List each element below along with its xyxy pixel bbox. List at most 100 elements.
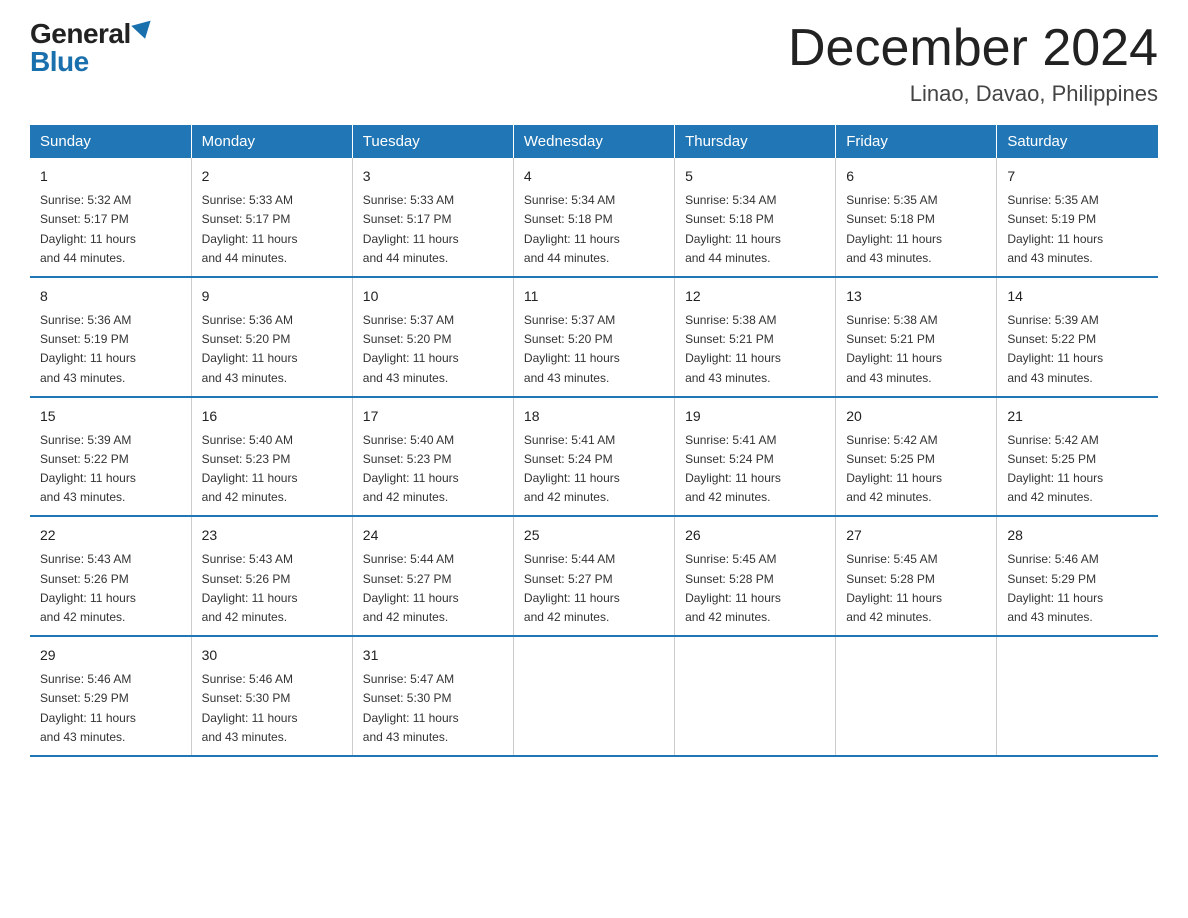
- day-info: Sunrise: 5:39 AMSunset: 5:22 PMDaylight:…: [1007, 311, 1148, 388]
- day-number: 25: [524, 525, 664, 546]
- day-info: Sunrise: 5:45 AMSunset: 5:28 PMDaylight:…: [846, 550, 986, 627]
- day-number: 10: [363, 286, 503, 307]
- day-cell-12: 12Sunrise: 5:38 AMSunset: 5:21 PMDayligh…: [675, 277, 836, 397]
- day-info: Sunrise: 5:32 AMSunset: 5:17 PMDaylight:…: [40, 191, 181, 268]
- day-info: Sunrise: 5:35 AMSunset: 5:18 PMDaylight:…: [846, 191, 986, 268]
- day-number: 24: [363, 525, 503, 546]
- day-cell-28: 28 Sunrise: 5:46 AMSunset: 5:29 PMDayligh…: [997, 516, 1158, 636]
- day-number: 6: [846, 166, 986, 187]
- day-cell-8: 8Sunrise: 5:36 AMSunset: 5:19 PMDaylight…: [30, 277, 191, 397]
- day-cell-3: 3 Sunrise: 5:33 AMSunset: 5:17 PMDaylight…: [352, 158, 513, 277]
- day-cell-17: 17 Sunrise: 5:40 AMSunset: 5:23 PMDayligh…: [352, 397, 513, 517]
- day-info: Sunrise: 5:47 AMSunset: 5:30 PMDaylight:…: [363, 670, 503, 747]
- day-number: 27: [846, 525, 986, 546]
- day-cell-15: 15 Sunrise: 5:39 AMSunset: 5:22 PMDayligh…: [30, 397, 191, 517]
- day-info: Sunrise: 5:37 AMSunset: 5:20 PMDaylight:…: [524, 311, 664, 388]
- day-info: Sunrise: 5:38 AMSunset: 5:21 PMDaylight:…: [685, 311, 825, 388]
- day-number: 3: [363, 166, 503, 187]
- week-row-3: 15 Sunrise: 5:39 AMSunset: 5:22 PMDayligh…: [30, 397, 1158, 517]
- empty-cell-w4d3: [513, 636, 674, 756]
- day-info: Sunrise: 5:43 AMSunset: 5:26 PMDaylight:…: [40, 550, 181, 627]
- day-info: Sunrise: 5:46 AMSunset: 5:30 PMDaylight:…: [202, 670, 342, 747]
- header-saturday: Saturday: [997, 125, 1158, 158]
- day-cell-5: 5 Sunrise: 5:34 AMSunset: 5:18 PMDaylight…: [675, 158, 836, 277]
- day-cell-10: 10 Sunrise: 5:37 AMSunset: 5:20 PMDayligh…: [352, 277, 513, 397]
- day-number: 19: [685, 406, 825, 427]
- day-info: Sunrise: 5:46 AMSunset: 5:29 PMDaylight:…: [1007, 550, 1148, 627]
- day-number: 28: [1007, 525, 1148, 546]
- logo-blue-text: Blue: [30, 48, 89, 76]
- header-friday: Friday: [836, 125, 997, 158]
- day-number: 23: [202, 525, 342, 546]
- week-row-1: 1 Sunrise: 5:32 AMSunset: 5:17 PMDaylight…: [30, 158, 1158, 277]
- header-thursday: Thursday: [675, 125, 836, 158]
- day-cell-11: 11 Sunrise: 5:37 AMSunset: 5:20 PMDayligh…: [513, 277, 674, 397]
- day-number: 29: [40, 645, 181, 666]
- day-number: 17: [363, 406, 503, 427]
- calendar-header: Sunday Monday Tuesday Wednesday Thursday…: [30, 125, 1158, 158]
- day-info: Sunrise: 5:42 AMSunset: 5:25 PMDaylight:…: [1007, 431, 1148, 508]
- day-number: 9: [202, 286, 342, 307]
- day-number: 15: [40, 406, 181, 427]
- day-info: Sunrise: 5:39 AMSunset: 5:22 PMDaylight:…: [40, 431, 181, 508]
- logo-general-text: General: [30, 20, 131, 48]
- day-info: Sunrise: 5:33 AMSunset: 5:17 PMDaylight:…: [363, 191, 503, 268]
- day-number: 13: [846, 286, 986, 307]
- week-row-2: 8Sunrise: 5:36 AMSunset: 5:19 PMDaylight…: [30, 277, 1158, 397]
- header-sunday: Sunday: [30, 125, 191, 158]
- day-number: 16: [202, 406, 342, 427]
- day-cell-26: 26Sunrise: 5:45 AMSunset: 5:28 PMDayligh…: [675, 516, 836, 636]
- logo-arrow-icon: [131, 21, 154, 42]
- day-cell-18: 18Sunrise: 5:41 AMSunset: 5:24 PMDayligh…: [513, 397, 674, 517]
- day-cell-9: 9 Sunrise: 5:36 AMSunset: 5:20 PMDaylight…: [191, 277, 352, 397]
- day-cell-16: 16 Sunrise: 5:40 AMSunset: 5:23 PMDayligh…: [191, 397, 352, 517]
- day-info: Sunrise: 5:38 AMSunset: 5:21 PMDaylight:…: [846, 311, 986, 388]
- day-info: Sunrise: 5:36 AMSunset: 5:20 PMDaylight:…: [202, 311, 342, 388]
- day-info: Sunrise: 5:46 AMSunset: 5:29 PMDaylight:…: [40, 670, 181, 747]
- day-number: 2: [202, 166, 342, 187]
- header-wednesday: Wednesday: [513, 125, 674, 158]
- week-row-5: 29 Sunrise: 5:46 AMSunset: 5:29 PMDayligh…: [30, 636, 1158, 756]
- day-cell-31: 31 Sunrise: 5:47 AMSunset: 5:30 PMDayligh…: [352, 636, 513, 756]
- day-info: Sunrise: 5:34 AMSunset: 5:18 PMDaylight:…: [685, 191, 825, 268]
- day-number: 5: [685, 166, 825, 187]
- day-cell-23: 23 Sunrise: 5:43 AMSunset: 5:26 PMDayligh…: [191, 516, 352, 636]
- day-info: Sunrise: 5:37 AMSunset: 5:20 PMDaylight:…: [363, 311, 503, 388]
- day-cell-22: 22 Sunrise: 5:43 AMSunset: 5:26 PMDayligh…: [30, 516, 191, 636]
- day-number: 26: [685, 525, 825, 546]
- day-number: 31: [363, 645, 503, 666]
- title-section: December 2024 Linao, Davao, Philippines: [788, 20, 1158, 107]
- day-info: Sunrise: 5:33 AMSunset: 5:17 PMDaylight:…: [202, 191, 342, 268]
- day-number: 22: [40, 525, 181, 546]
- day-info: Sunrise: 5:40 AMSunset: 5:23 PMDaylight:…: [363, 431, 503, 508]
- day-info: Sunrise: 5:40 AMSunset: 5:23 PMDaylight:…: [202, 431, 342, 508]
- header-row: Sunday Monday Tuesday Wednesday Thursday…: [30, 125, 1158, 158]
- day-number: 30: [202, 645, 342, 666]
- day-cell-7: 7 Sunrise: 5:35 AMSunset: 5:19 PMDaylight…: [997, 158, 1158, 277]
- day-number: 1: [40, 166, 181, 187]
- day-cell-19: 19Sunrise: 5:41 AMSunset: 5:24 PMDayligh…: [675, 397, 836, 517]
- day-cell-29: 29 Sunrise: 5:46 AMSunset: 5:29 PMDayligh…: [30, 636, 191, 756]
- day-number: 4: [524, 166, 664, 187]
- day-cell-24: 24Sunrise: 5:44 AMSunset: 5:27 PMDayligh…: [352, 516, 513, 636]
- day-cell-25: 25 Sunrise: 5:44 AMSunset: 5:27 PMDayligh…: [513, 516, 674, 636]
- day-number: 11: [524, 286, 664, 307]
- week-row-4: 22 Sunrise: 5:43 AMSunset: 5:26 PMDayligh…: [30, 516, 1158, 636]
- empty-cell-w4d5: [836, 636, 997, 756]
- logo[interactable]: General Blue: [30, 20, 153, 76]
- day-cell-2: 2 Sunrise: 5:33 AMSunset: 5:17 PMDaylight…: [191, 158, 352, 277]
- day-cell-30: 30 Sunrise: 5:46 AMSunset: 5:30 PMDayligh…: [191, 636, 352, 756]
- day-info: Sunrise: 5:43 AMSunset: 5:26 PMDaylight:…: [202, 550, 342, 627]
- day-info: Sunrise: 5:35 AMSunset: 5:19 PMDaylight:…: [1007, 191, 1148, 268]
- month-title: December 2024: [788, 20, 1158, 77]
- day-cell-20: 20Sunrise: 5:42 AMSunset: 5:25 PMDayligh…: [836, 397, 997, 517]
- day-cell-6: 6 Sunrise: 5:35 AMSunset: 5:18 PMDaylight…: [836, 158, 997, 277]
- day-info: Sunrise: 5:44 AMSunset: 5:27 PMDaylight:…: [524, 550, 664, 627]
- day-cell-1: 1 Sunrise: 5:32 AMSunset: 5:17 PMDaylight…: [30, 158, 191, 277]
- calendar-body: 1 Sunrise: 5:32 AMSunset: 5:17 PMDaylight…: [30, 158, 1158, 756]
- day-number: 8: [40, 286, 181, 307]
- day-cell-27: 27 Sunrise: 5:45 AMSunset: 5:28 PMDayligh…: [836, 516, 997, 636]
- day-info: Sunrise: 5:42 AMSunset: 5:25 PMDaylight:…: [846, 431, 986, 508]
- day-number: 7: [1007, 166, 1148, 187]
- header-monday: Monday: [191, 125, 352, 158]
